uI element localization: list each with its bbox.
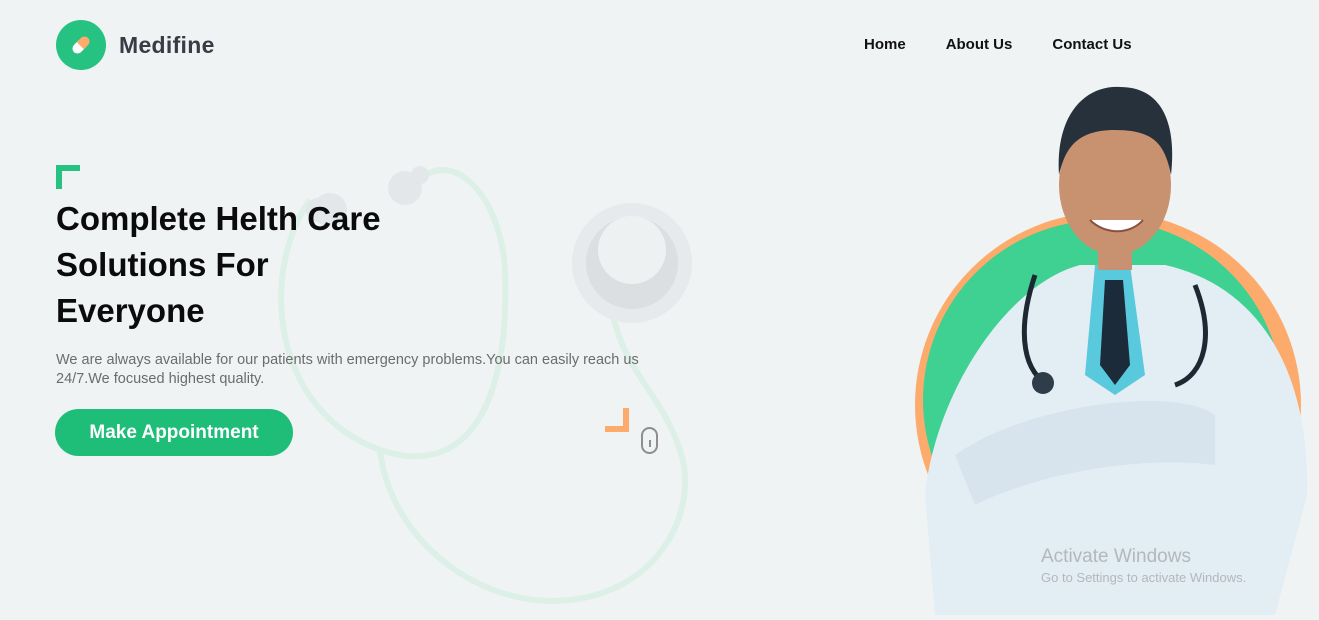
nav-contact-us[interactable]: Contact Us	[1052, 36, 1131, 53]
logo[interactable]: Medifine	[56, 20, 215, 70]
pill-icon	[56, 20, 106, 70]
doctor-photo	[915, 75, 1315, 620]
main-nav: Home About Us Contact Us	[864, 36, 1172, 53]
corner-accent-orange	[605, 408, 629, 432]
corner-accent-green	[56, 165, 80, 189]
watermark-subtitle: Go to Settings to activate Windows.	[1041, 570, 1247, 585]
make-appointment-button[interactable]: Make Appointment	[55, 409, 293, 456]
mouse-scroll-icon[interactable]	[641, 427, 658, 454]
hero-title: Complete Helth Care Solutions For Everyo…	[56, 200, 381, 329]
brand-name: Medifine	[119, 31, 215, 58]
windows-activation-watermark: Activate Windows Go to Settings to activ…	[1041, 546, 1246, 585]
nav-home[interactable]: Home	[864, 36, 906, 53]
hero-description: We are always available for our patients…	[56, 352, 639, 387]
nav-about-us[interactable]: About Us	[946, 36, 1013, 53]
watermark-title: Activate Windows	[1041, 546, 1191, 567]
